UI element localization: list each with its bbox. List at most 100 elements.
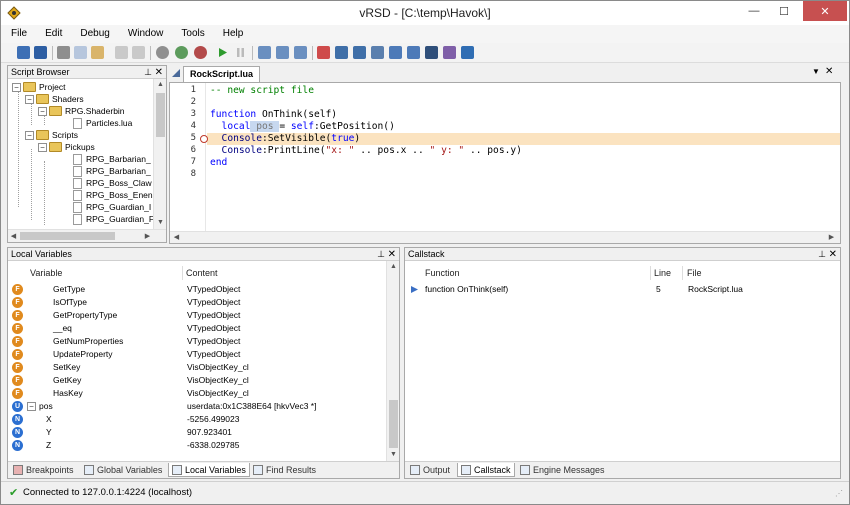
tab-local-variables[interactable]: Local Variables bbox=[168, 463, 250, 477]
scroll-up-icon[interactable]: ▲ bbox=[389, 262, 398, 271]
globals-window-icon[interactable] bbox=[335, 46, 348, 59]
code-area[interactable]: 1 2 3 4 5 6 7 8 -- new script file funct… bbox=[170, 83, 840, 231]
close-tab-icon[interactable]: ✕ bbox=[825, 66, 833, 77]
local-variables-vscroll[interactable]: ▲ ▼ bbox=[386, 261, 399, 461]
locals-window-icon[interactable] bbox=[353, 46, 366, 59]
tab-output[interactable]: Output bbox=[407, 463, 453, 477]
scroll-left-icon[interactable]: ◀ bbox=[172, 233, 181, 242]
tab-breakpoints[interactable]: Breakpoints bbox=[10, 463, 77, 477]
column-header-content[interactable]: Content bbox=[186, 266, 218, 280]
tab-engine-messages[interactable]: Engine Messages bbox=[517, 463, 608, 477]
play-icon[interactable] bbox=[216, 46, 229, 59]
copy-icon[interactable] bbox=[74, 46, 87, 59]
collapse-icon[interactable]: − bbox=[38, 106, 47, 116]
column-header-line[interactable]: Line bbox=[654, 266, 671, 280]
variable-row[interactable]: F GetType VTypedObject bbox=[8, 283, 386, 296]
collapse-icon[interactable]: − bbox=[27, 402, 36, 411]
step-into-icon[interactable] bbox=[258, 46, 271, 59]
pin-icon[interactable]: ⊥ bbox=[144, 66, 152, 79]
scroll-down-icon[interactable]: ▼ bbox=[156, 218, 165, 227]
tab-find-results[interactable]: Find Results bbox=[250, 463, 319, 477]
step-out-icon[interactable] bbox=[294, 46, 307, 59]
variable-row[interactable]: F UpdateProperty VTypedObject bbox=[8, 348, 386, 361]
variable-row[interactable]: F __eq VTypedObject bbox=[8, 322, 386, 335]
menu-debug[interactable]: Debug bbox=[80, 25, 109, 43]
menu-file[interactable]: File bbox=[11, 25, 27, 43]
close-icon[interactable]: ✕ bbox=[388, 248, 396, 261]
connect-icon[interactable] bbox=[175, 46, 188, 59]
messages-window-icon[interactable] bbox=[407, 46, 420, 59]
scroll-right-icon[interactable]: ▶ bbox=[143, 232, 152, 241]
save-icon[interactable] bbox=[17, 46, 30, 59]
scroll-up-icon[interactable]: ▲ bbox=[156, 80, 165, 89]
pin-icon[interactable]: ⊥ bbox=[818, 248, 826, 261]
variable-row[interactable]: F GetPropertyType VTypedObject bbox=[8, 309, 386, 322]
find-icon[interactable] bbox=[425, 46, 438, 59]
script-browser-hscroll[interactable]: ◀ ▶ bbox=[8, 229, 166, 242]
tree-item-script[interactable]: RPG_Guardian_F bbox=[73, 213, 154, 225]
close-button[interactable]: ✕ bbox=[803, 1, 847, 21]
scroll-down-icon[interactable]: ▼ bbox=[389, 450, 398, 459]
collapse-icon[interactable]: − bbox=[25, 94, 34, 104]
breakpoints-window-icon[interactable] bbox=[317, 46, 330, 59]
pause-icon[interactable] bbox=[234, 46, 247, 59]
step-over-icon[interactable] bbox=[276, 46, 289, 59]
editor-tab-rockscript[interactable]: RockScript.lua bbox=[183, 66, 261, 82]
code-editor[interactable]: 1 2 3 4 5 6 7 8 -- new script file funct… bbox=[169, 82, 841, 244]
console-icon[interactable] bbox=[461, 46, 474, 59]
menu-edit[interactable]: Edit bbox=[45, 25, 62, 43]
scroll-right-icon[interactable]: ▶ bbox=[827, 233, 836, 242]
column-header-function[interactable]: Function bbox=[425, 266, 460, 280]
breakpoint-icon[interactable] bbox=[200, 135, 208, 143]
variable-row[interactable]: N Y 907.923401 bbox=[8, 426, 386, 439]
column-divider[interactable] bbox=[650, 266, 651, 280]
tree-item-project[interactable]: − Project bbox=[12, 81, 65, 93]
save-all-icon[interactable] bbox=[34, 46, 47, 59]
variable-row[interactable]: N X -5256.499023 bbox=[8, 413, 386, 426]
variable-row[interactable]: F IsOfType VTypedObject bbox=[8, 296, 386, 309]
scroll-thumb[interactable] bbox=[156, 93, 165, 137]
scroll-thumb[interactable] bbox=[389, 400, 398, 448]
tree-item-particles[interactable]: Particles.lua bbox=[73, 117, 132, 129]
resize-grip-icon[interactable]: ⋰ bbox=[835, 489, 843, 498]
variable-row[interactable]: F GetKey VisObjectKey_cl bbox=[8, 374, 386, 387]
search-files-icon[interactable] bbox=[443, 46, 456, 59]
output-window-icon[interactable] bbox=[389, 46, 402, 59]
callstack-row[interactable]: function OnThink(self) 5 RockScript.lua bbox=[405, 283, 840, 296]
column-header-file[interactable]: File bbox=[687, 266, 702, 280]
variable-row-pos[interactable]: U − pos userdata:0x1C388E64 [hkvVec3 *] bbox=[8, 400, 386, 413]
collapse-icon[interactable]: − bbox=[38, 142, 47, 152]
tree-item-script[interactable]: RPG_Barbarian_ bbox=[73, 153, 151, 165]
collapse-icon[interactable]: − bbox=[25, 130, 34, 140]
tree-item-script[interactable]: RPG_Guardian_I bbox=[73, 201, 151, 213]
minimize-button[interactable]: — bbox=[741, 1, 767, 21]
menu-help[interactable]: Help bbox=[223, 25, 244, 43]
scroll-thumb[interactable] bbox=[20, 232, 115, 240]
collapse-icon[interactable]: − bbox=[12, 82, 21, 92]
editor-hscroll[interactable]: ◀ ▶ bbox=[170, 231, 840, 243]
variable-row[interactable]: F GetNumProperties VTypedObject bbox=[8, 335, 386, 348]
tab-callstack[interactable]: Callstack bbox=[457, 463, 515, 477]
close-icon[interactable]: ✕ bbox=[155, 66, 163, 79]
tree-item-script[interactable]: RPG_Boss_Enen bbox=[73, 189, 153, 201]
column-divider[interactable] bbox=[182, 266, 183, 280]
paste-icon[interactable] bbox=[91, 46, 104, 59]
tree-item-shaders[interactable]: − Shaders bbox=[25, 93, 84, 105]
tree-item-scripts[interactable]: − Scripts bbox=[25, 129, 78, 141]
tree-item-script[interactable]: RPG_Barbarian_ bbox=[73, 165, 151, 177]
disconnect-icon[interactable] bbox=[194, 46, 207, 59]
close-icon[interactable]: ✕ bbox=[829, 248, 837, 261]
callstack-window-icon[interactable] bbox=[371, 46, 384, 59]
menu-window[interactable]: Window bbox=[128, 25, 164, 43]
tree-item-rpg-shaderbin[interactable]: − RPG.Shaderbin bbox=[38, 105, 125, 117]
tree-item-pickups[interactable]: − Pickups bbox=[38, 141, 95, 153]
variable-row[interactable]: F SetKey VisObjectKey_cl bbox=[8, 361, 386, 374]
scroll-left-icon[interactable]: ◀ bbox=[9, 232, 18, 241]
redo-icon[interactable] bbox=[132, 46, 145, 59]
maximize-button[interactable]: ☐ bbox=[771, 1, 797, 21]
column-header-variable[interactable]: Variable bbox=[30, 266, 62, 280]
tab-global-variables[interactable]: Global Variables bbox=[81, 463, 165, 477]
column-divider[interactable] bbox=[682, 266, 683, 280]
tree-item-script[interactable]: RPG_Boss_Claw bbox=[73, 177, 152, 189]
script-browser-vscroll[interactable]: ▲ ▼ bbox=[153, 79, 166, 229]
